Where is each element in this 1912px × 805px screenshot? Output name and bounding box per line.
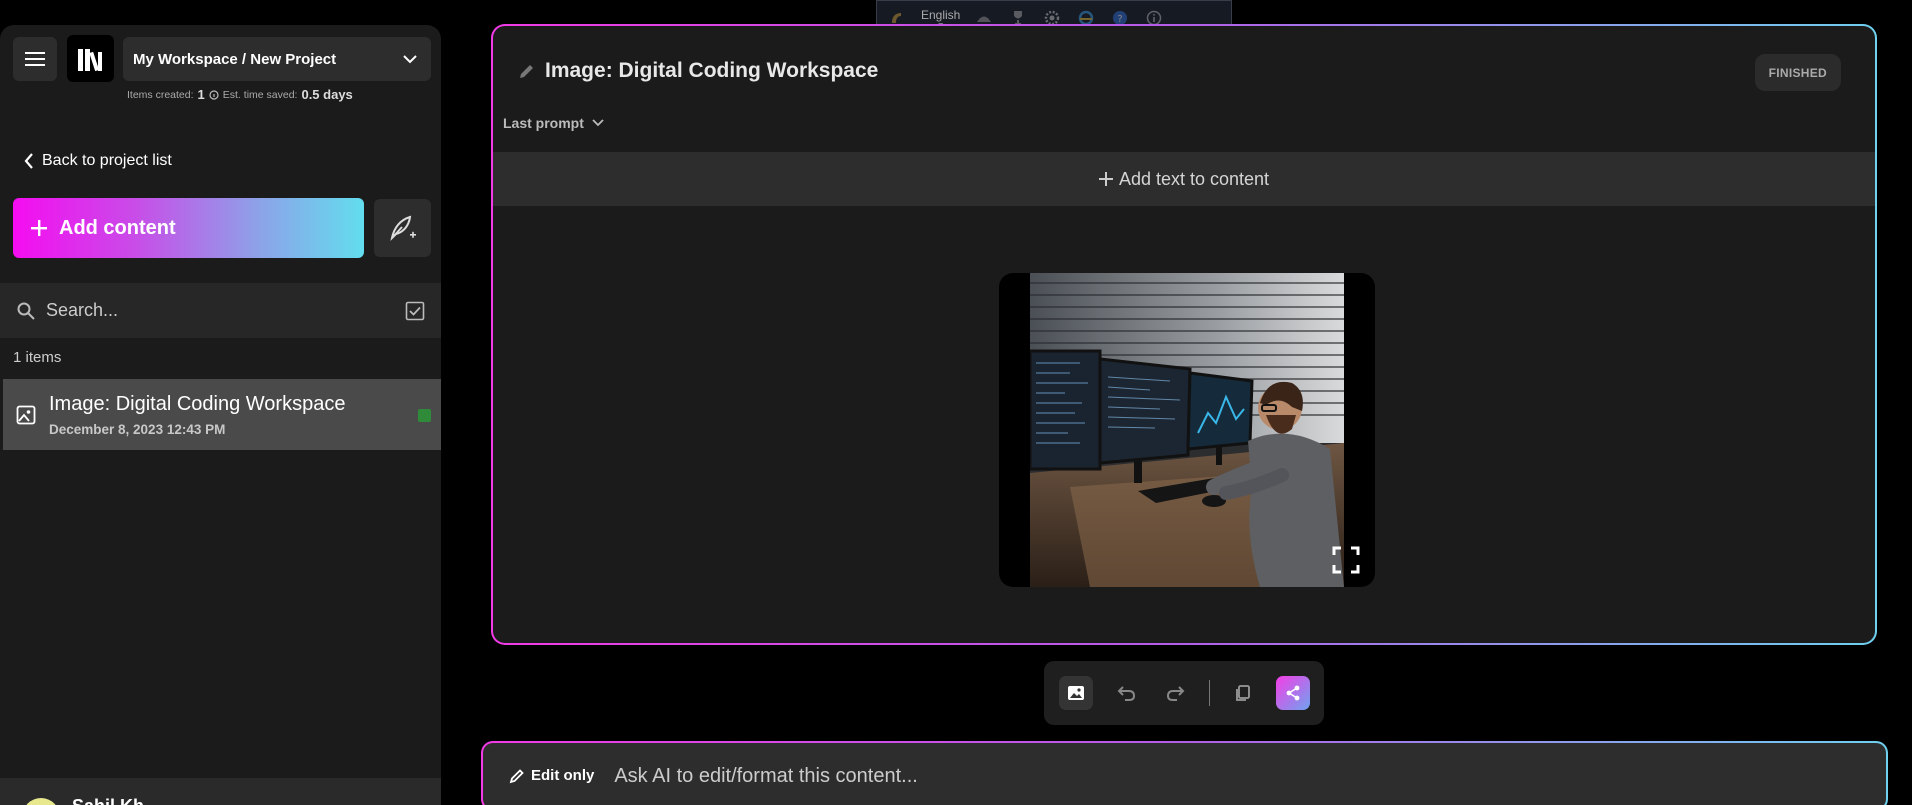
- item-title: Image: Digital Coding Workspace: [49, 392, 346, 415]
- time-saved-value: 0.5 days: [301, 87, 353, 102]
- avatar: [22, 798, 60, 805]
- generated-image[interactable]: [1030, 273, 1344, 587]
- list-item[interactable]: Image: Digital Coding Workspace December…: [3, 379, 441, 450]
- content-title[interactable]: Image: Digital Coding Workspace: [545, 59, 878, 83]
- pencil-icon[interactable]: [517, 61, 537, 81]
- chevron-down-icon: [592, 119, 604, 127]
- back-label: Back to project list: [42, 152, 172, 169]
- ai-prompt-bar: Edit only: [481, 741, 1888, 805]
- plus-icon: [1098, 172, 1113, 186]
- feather-plus-icon: [389, 215, 416, 242]
- redo-icon: [1166, 686, 1185, 701]
- chevron-left-icon: [24, 153, 33, 169]
- items-created-label: Items created:: [127, 88, 194, 101]
- pencil-icon: [509, 768, 524, 783]
- workspace-selector[interactable]: My Workspace / New Project: [123, 37, 431, 81]
- edit-mode-label: Edit only: [531, 767, 595, 784]
- chevron-down-icon: [403, 54, 417, 63]
- add-text-label: Add text to content: [1118, 168, 1270, 189]
- last-prompt-label: Last prompt: [503, 115, 584, 131]
- last-prompt-toggle[interactable]: Last prompt: [503, 115, 604, 131]
- item-date: December 8, 2023 12:43 PM: [49, 421, 226, 437]
- image-view-button[interactable]: [1059, 676, 1093, 710]
- search-icon: [17, 302, 35, 320]
- hamburger-icon: [25, 52, 45, 66]
- add-content-label: Add content: [59, 216, 176, 239]
- sidebar: My Workspace / New Project Items created…: [0, 25, 441, 805]
- undo-icon: [1117, 686, 1136, 701]
- share-button[interactable]: [1276, 676, 1310, 710]
- language-label: English: [921, 7, 961, 22]
- page-title: Image: Digital Coding Workspace: [517, 59, 878, 83]
- hamburger-menu-button[interactable]: [13, 37, 57, 81]
- user-profile[interactable]: Sahil Kh: [0, 778, 441, 805]
- time-saved-label: Est. time saved:: [222, 88, 298, 101]
- undo-button[interactable]: [1109, 676, 1143, 710]
- copy-icon: [1236, 685, 1250, 701]
- content-actions-bar: [1044, 661, 1324, 725]
- items-created-value: 1: [197, 87, 205, 102]
- content-panel: Image: Digital Coding Workspace FINISHED…: [491, 24, 1877, 645]
- items-count: 1 items: [13, 349, 62, 366]
- usage-stats: Items created: 1 Est. time saved: 0.5 da…: [127, 87, 353, 102]
- edit-mode-toggle[interactable]: Edit only: [509, 767, 594, 784]
- redo-button[interactable]: [1159, 676, 1193, 710]
- plus-icon: [31, 220, 47, 236]
- search-input[interactable]: [46, 300, 395, 321]
- image-icon: [1068, 686, 1084, 700]
- divider: [1209, 680, 1210, 706]
- select-all-checkbox-icon[interactable]: [405, 301, 425, 321]
- image-icon: [16, 405, 36, 424]
- back-to-project-list-link[interactable]: Back to project list: [24, 152, 172, 170]
- add-writing-style-button[interactable]: [374, 199, 431, 257]
- fullscreen-icon[interactable]: [1331, 545, 1361, 575]
- status-badge: FINISHED: [1754, 54, 1841, 91]
- search-bar: [0, 283, 441, 338]
- share-icon: [1286, 685, 1300, 701]
- workspace-name: My Workspace / New Project: [133, 50, 337, 68]
- add-content-button[interactable]: Add content: [13, 198, 364, 258]
- item-status-indicator[interactable]: [418, 409, 431, 422]
- add-text-to-content-button[interactable]: Add text to content: [493, 152, 1875, 206]
- copy-button[interactable]: [1226, 676, 1260, 710]
- info-icon: [209, 89, 219, 100]
- library-logo-button[interactable]: [67, 35, 114, 82]
- ai-prompt-input[interactable]: [614, 765, 1515, 788]
- user-name: Sahil Kh: [72, 796, 144, 805]
- image-container: [999, 273, 1375, 587]
- library-icon: [77, 48, 102, 71]
